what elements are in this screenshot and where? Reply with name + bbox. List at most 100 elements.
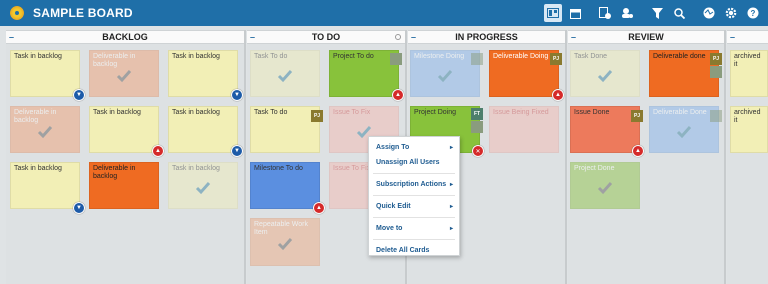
chevron-right-icon: ▸ (449, 204, 453, 210)
menu-item-label: Delete All Cards (376, 247, 430, 254)
card-project[interactable]: Project To do (329, 50, 399, 97)
top-bar: SAMPLE BOARD ? (0, 0, 768, 26)
column-title: TO DO (311, 32, 341, 42)
card-issue[interactable]: Issue Done (570, 106, 640, 153)
card-title: Task in backlog (172, 165, 220, 172)
avatar: FT (471, 108, 483, 120)
card-issue[interactable]: Issue Being Fixed (489, 106, 559, 153)
card-archived[interactable]: archived it (730, 106, 768, 153)
menu-item-label: Move to (376, 225, 403, 232)
avatar: PJ (631, 110, 643, 122)
card-task[interactable]: Task in backlog (168, 106, 238, 153)
avatar: PJ (550, 53, 562, 65)
card-title: Deliverable in backlog (93, 53, 136, 68)
card-task[interactable]: Task in backlog (168, 50, 238, 97)
alert-icon[interactable]: ▲ (313, 202, 325, 214)
expand-icon[interactable] (395, 34, 401, 40)
card-title: Deliverable in backlog (93, 165, 136, 180)
arrow-down-icon[interactable]: ▼ (231, 89, 243, 101)
card-deliverable[interactable]: Deliverable in backlog (89, 50, 159, 97)
card-task[interactable]: Task To do (250, 50, 320, 97)
menu-item-move-to[interactable]: Move to ▸ (369, 221, 459, 236)
chevron-right-icon: ▸ (449, 226, 453, 232)
context-menu: Assign To ▸ Unassign All Users Subscripti… (368, 136, 460, 256)
card-task[interactable]: Task Done (570, 50, 640, 97)
card-milestone[interactable]: Milestone Doing (410, 50, 480, 97)
card-deliverable[interactable]: Deliverable in backlog (89, 162, 159, 209)
check-icon (277, 237, 293, 251)
collapse-icon[interactable]: – (9, 33, 16, 42)
arrow-down-icon[interactable]: ▼ (73, 202, 85, 214)
avatar-photo (471, 53, 483, 65)
card-repeatable[interactable]: Repeatable Work Item (250, 218, 320, 266)
card-project[interactable]: Project Done (570, 162, 640, 209)
menu-item-unassign-all[interactable]: Unassign All Users (369, 155, 459, 170)
card-title: Task To do (254, 53, 288, 60)
avatar-photo (471, 121, 483, 133)
card-task[interactable]: Task in backlog (89, 106, 159, 153)
alert-icon[interactable]: ▲ (392, 89, 404, 101)
alert-icon[interactable]: ▲ (632, 145, 644, 157)
card-title: Task in backlog (14, 165, 62, 172)
remove-icon[interactable]: ✕ (472, 145, 484, 157)
column-header: – (727, 30, 768, 44)
menu-item-subscription-actions[interactable]: Subscription Actions ▸ (369, 177, 459, 192)
card-title: Issue To Fix (333, 109, 371, 116)
card-title: Deliverable in backlog (14, 109, 57, 124)
board-view-icon[interactable] (544, 4, 562, 22)
card-deliverable[interactable]: Deliverable done (649, 50, 719, 97)
collapse-icon[interactable]: – (250, 33, 257, 42)
alert-icon[interactable]: ▲ (552, 89, 564, 101)
card-title: Project Done (574, 165, 615, 172)
card-task[interactable]: Task in backlog (10, 162, 80, 209)
card-archived[interactable]: archived it (730, 50, 768, 97)
menu-item-label: Quick Edit (376, 203, 411, 210)
card-deliverable[interactable]: Deliverable Doing (489, 50, 559, 97)
card-task[interactable]: Task in backlog (10, 50, 80, 97)
menu-item-quick-edit[interactable]: Quick Edit ▸ (369, 199, 459, 214)
card-title: Milestone To do (254, 165, 303, 172)
card-title: Task Done (574, 53, 608, 60)
card-title: Repeatable Work Item (254, 221, 308, 236)
menu-item-label: Unassign All Users (376, 159, 440, 166)
calendar-icon[interactable] (566, 4, 584, 22)
card-title: Issue To Fix (333, 165, 371, 172)
card-deliverable[interactable]: Deliverable Done (649, 106, 719, 153)
card-title: archived it (734, 53, 761, 68)
alert-icon[interactable]: ▲ (152, 145, 164, 157)
column-divider (565, 30, 567, 284)
card-task[interactable]: Task To do (250, 106, 320, 153)
arrow-down-icon[interactable]: ▼ (231, 145, 243, 157)
collapse-icon[interactable]: – (411, 33, 418, 42)
card-title: Deliverable Doing (493, 53, 549, 60)
arrow-down-icon[interactable]: ▼ (73, 89, 85, 101)
avatar-photo (710, 66, 722, 78)
column-divider (724, 30, 726, 284)
menu-divider (373, 239, 455, 240)
collapse-icon[interactable]: – (571, 33, 578, 42)
column-title: BACKLOG (102, 32, 148, 42)
menu-item-label: Assign To (376, 144, 410, 151)
column-header: – BACKLOG (6, 30, 244, 44)
add-user-icon[interactable] (618, 4, 636, 22)
menu-item-delete-all-cards[interactable]: Delete All Cards (369, 243, 459, 258)
board-title: SAMPLE BOARD (33, 6, 133, 20)
menu-item-assign-to[interactable]: Assign To ▸ (369, 140, 459, 155)
column-title: REVIEW (628, 32, 664, 42)
card-milestone[interactable]: Milestone To do (250, 162, 320, 209)
activity-icon[interactable] (700, 4, 718, 22)
card-title: Task in backlog (172, 53, 220, 60)
card-deliverable[interactable]: Deliverable in backlog (10, 106, 80, 153)
settings-icon[interactable] (722, 4, 740, 22)
collapse-icon[interactable]: – (730, 33, 737, 42)
search-icon[interactable] (670, 4, 688, 22)
help-icon[interactable]: ? (744, 4, 762, 22)
card-title: Project Doing (414, 109, 457, 116)
card-title: Issue Being Fixed (493, 109, 549, 116)
filter-icon[interactable] (648, 4, 666, 22)
column-header: – IN PROGRESS (408, 30, 565, 44)
add-card-icon[interactable] (596, 4, 614, 22)
card-task[interactable]: Task in backlog (168, 162, 238, 209)
avatar-photo (710, 110, 722, 122)
card-title: Task To do (254, 109, 288, 116)
